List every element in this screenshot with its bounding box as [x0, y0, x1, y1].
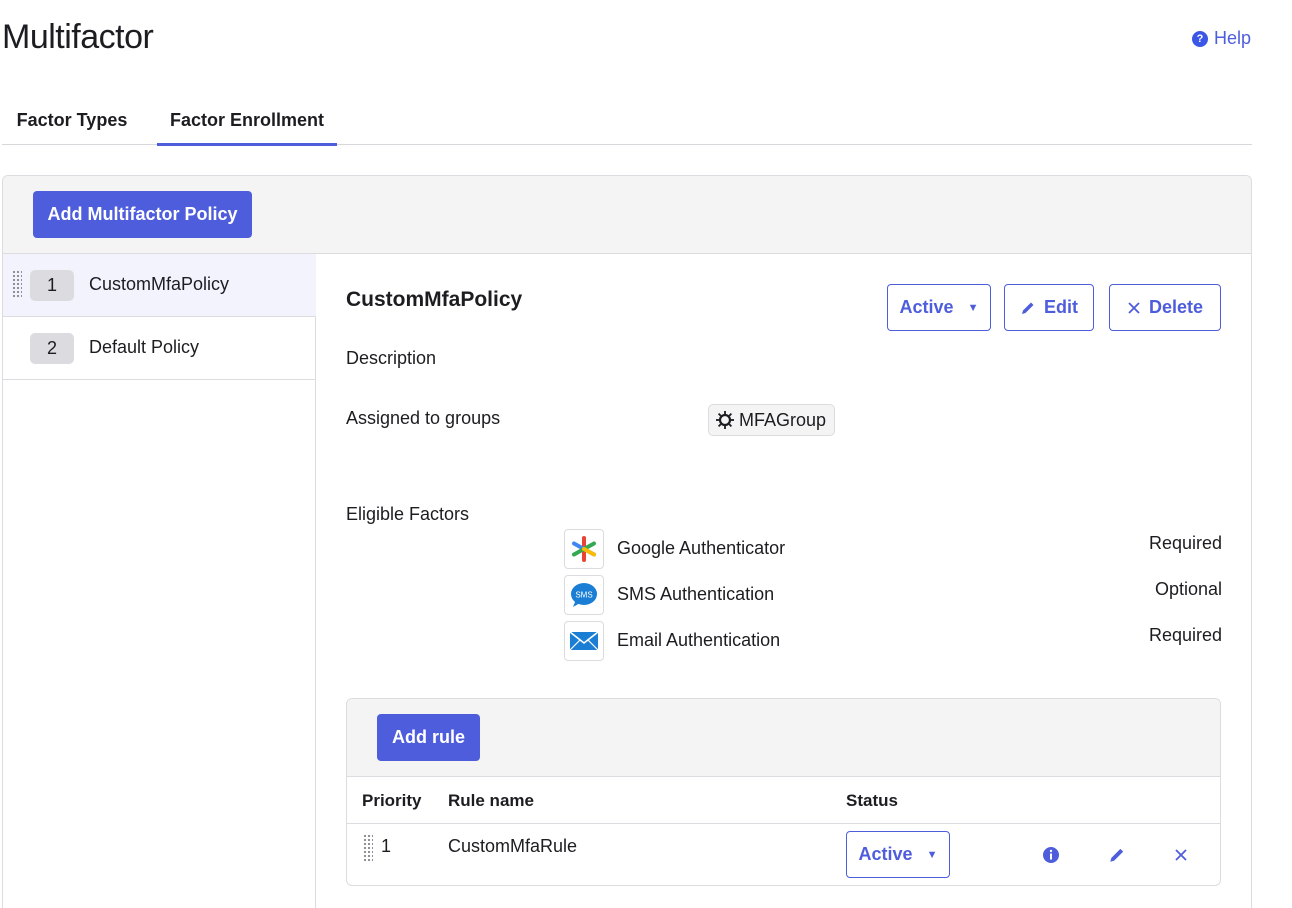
add-multifactor-policy-button[interactable]: Add Multifactor Policy: [33, 191, 252, 238]
factor-name: Google Authenticator: [617, 538, 786, 558]
rule-priority: 1: [381, 836, 392, 856]
okta-group-icon: [716, 411, 734, 429]
assigned-groups-label: Assigned to groups: [346, 408, 501, 428]
policy-item-default-policy[interactable]: 2 Default Policy: [3, 317, 316, 380]
add-rule-button[interactable]: Add rule: [377, 714, 480, 761]
factor-name: Email Authentication: [617, 630, 781, 650]
column-header-priority: Priority: [362, 791, 422, 810]
policy-name: Default Policy: [89, 337, 200, 357]
email-icon: [564, 621, 604, 661]
priority-badge: 2: [30, 333, 74, 364]
table-row: 1 CustomMfaRule Active ▼: [347, 823, 1220, 885]
delete-label: Delete: [1148, 297, 1204, 317]
pencil-icon: [1022, 302, 1034, 314]
rules-header: Add rule: [347, 699, 1220, 777]
policy-panel: Add Multifactor Policy 1 CustomMfaPolicy…: [2, 175, 1252, 908]
tab-factor-enrollment[interactable]: Factor Enrollment: [157, 96, 337, 146]
policy-status-dropdown[interactable]: Active ▼: [887, 284, 991, 331]
help-link[interactable]: ? Help: [1192, 28, 1251, 49]
factor-row-email-authentication: Email Authentication Required: [564, 621, 1222, 663]
close-icon[interactable]: [1170, 844, 1192, 866]
policy-detail-title: CustomMfaPolicy: [346, 288, 523, 311]
column-header-rule-name: Rule name: [448, 791, 534, 810]
caret-down-icon: ▼: [967, 301, 979, 314]
panel-header: Add Multifactor Policy: [3, 176, 1251, 254]
factor-name: SMS Authentication: [617, 584, 775, 604]
policy-list: 1 CustomMfaPolicy 2 Default Policy: [3, 254, 316, 908]
edit-policy-button[interactable]: Edit: [1004, 284, 1094, 331]
policy-name: CustomMfaPolicy: [89, 274, 230, 294]
tab-bar: Factor Types Factor Enrollment: [2, 96, 1252, 146]
sms-icon-text: SMS: [575, 591, 592, 600]
eligible-factors-label: Eligible Factors: [346, 504, 470, 524]
drag-handle-icon[interactable]: [363, 834, 373, 862]
factor-row-google-authenticator: Google Authenticator Required: [564, 529, 1222, 571]
status-label: Active: [899, 297, 954, 317]
status-label: Active: [858, 844, 913, 864]
sms-icon: SMS: [564, 575, 604, 615]
close-icon: [1128, 301, 1140, 314]
rule-status-dropdown[interactable]: Active ▼: [846, 831, 950, 878]
page-title: Multifactor: [2, 18, 154, 56]
factor-requirement: Required: [1148, 533, 1222, 553]
google-authenticator-icon: [564, 529, 604, 569]
rule-name: CustomMfaRule: [448, 836, 578, 856]
factor-requirement: Optional: [1154, 579, 1222, 599]
rules-panel: Add rule Priority Rule name Status 1 Cus…: [346, 698, 1221, 886]
column-header-status: Status: [846, 791, 898, 810]
drag-handle-icon[interactable]: [12, 270, 22, 298]
edit-label: Edit: [1044, 297, 1078, 317]
description-label: Description: [346, 348, 437, 368]
help-icon: ?: [1192, 30, 1208, 47]
factor-requirement: Required: [1148, 625, 1222, 645]
info-icon[interactable]: [1040, 844, 1062, 866]
priority-badge: 1: [30, 270, 74, 301]
group-chip: MFAGroup: [708, 404, 836, 436]
group-name: MFAGroup: [739, 409, 827, 430]
pencil-icon[interactable]: [1106, 844, 1128, 866]
delete-policy-button[interactable]: Delete: [1109, 284, 1221, 331]
policy-item-custommfapolicy[interactable]: 1 CustomMfaPolicy: [3, 254, 316, 317]
factor-row-sms-authentication: SMS SMS Authentication Optional: [564, 575, 1222, 617]
caret-down-icon: ▼: [926, 848, 938, 861]
tab-factor-types[interactable]: Factor Types: [2, 96, 142, 145]
help-label: Help: [1214, 28, 1252, 48]
